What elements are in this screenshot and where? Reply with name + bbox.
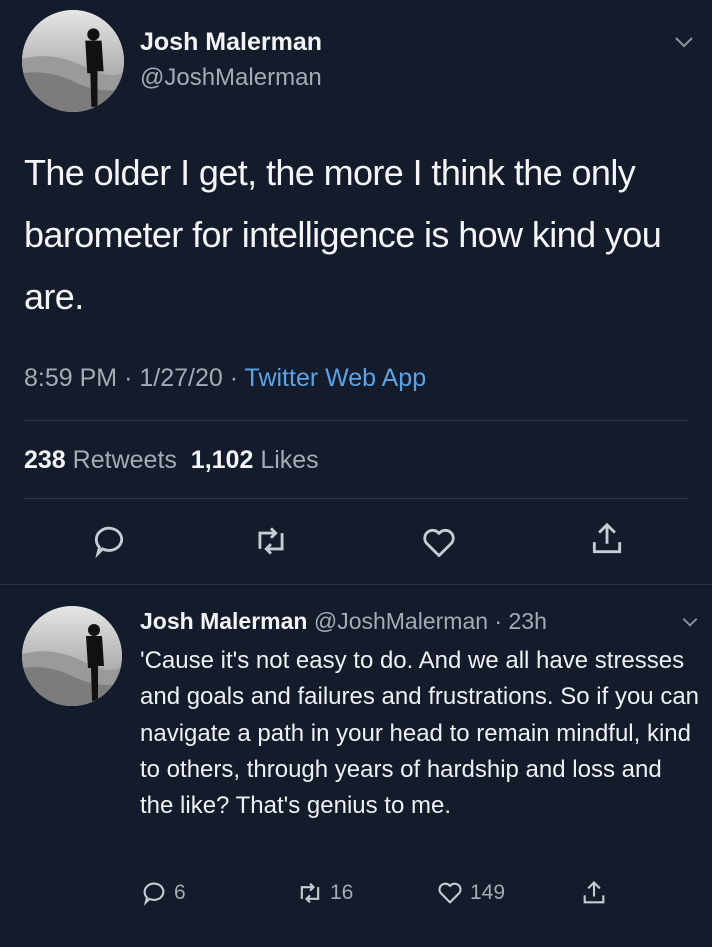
reply-text: 'Cause it's not easy to do. And we all h… xyxy=(140,647,700,820)
tweet-stats: 238 Retweets 1,102 Likes xyxy=(24,446,319,475)
reply-retweet-button[interactable]: 16 xyxy=(296,878,353,908)
author-name[interactable]: Josh Malerman xyxy=(140,28,322,57)
main-tweet: Josh Malerman @JoshMalerman The older I … xyxy=(0,0,712,584)
tweet-text: The older I get, the more I think the on… xyxy=(24,152,662,317)
like-count: 149 xyxy=(470,881,506,904)
tweet-meta: 8:59 PM · 1/27/20 · Twitter Web App xyxy=(24,364,426,393)
reply-count: 6 xyxy=(174,881,186,904)
avatar-photo-icon xyxy=(22,10,124,112)
retweet-count: 16 xyxy=(330,881,354,904)
share-button[interactable] xyxy=(588,520,626,558)
speech-bubble-icon xyxy=(143,882,165,906)
meta-separator: · xyxy=(229,364,239,392)
retweet-label[interactable]: Retweets xyxy=(73,446,177,474)
retweet-arrows-icon xyxy=(258,527,284,555)
twitter-thread: Josh Malerman @JoshMalerman The older I … xyxy=(0,0,712,947)
author-handle[interactable]: @JoshMalerman xyxy=(140,64,322,92)
divider xyxy=(0,584,712,585)
tweet-source[interactable]: Twitter Web App xyxy=(245,364,427,392)
like-count[interactable]: 1,102 xyxy=(191,446,254,474)
reply-author-handle[interactable]: @JoshMalerman xyxy=(314,608,488,634)
like-button[interactable] xyxy=(420,524,458,562)
reply-avatar[interactable] xyxy=(22,606,122,706)
reply-like-button[interactable]: 149 xyxy=(436,878,505,908)
reply-button[interactable] xyxy=(90,522,128,560)
divider xyxy=(24,498,688,499)
reply-share-button[interactable] xyxy=(580,878,608,908)
chevron-down-icon[interactable] xyxy=(680,612,700,632)
heart-icon xyxy=(438,882,462,904)
meta-separator: · xyxy=(124,364,133,392)
share-upload-icon xyxy=(592,522,622,554)
share-upload-icon xyxy=(583,881,605,904)
retweet-count[interactable]: 238 xyxy=(24,446,66,474)
tweet-time[interactable]: 8:59 PM xyxy=(24,364,117,392)
heart-icon xyxy=(423,528,455,558)
retweet-button[interactable] xyxy=(252,522,290,560)
reply-age[interactable]: 23h xyxy=(508,608,546,634)
reply-header: Josh Malerman @JoshMalerman · 23h xyxy=(140,608,547,635)
tweet-date[interactable]: 1/27/20 xyxy=(139,364,222,392)
reply-reply-button[interactable]: 6 xyxy=(140,878,186,908)
avatar-photo-icon xyxy=(22,606,122,706)
retweet-arrows-icon xyxy=(300,882,320,904)
like-label[interactable]: Likes xyxy=(260,446,318,474)
chevron-down-icon[interactable] xyxy=(672,30,696,54)
avatar[interactable] xyxy=(22,10,124,112)
divider xyxy=(24,420,688,421)
speech-bubble-icon xyxy=(94,526,124,559)
meta-separator: · xyxy=(494,608,503,634)
reply-author-name[interactable]: Josh Malerman xyxy=(140,608,307,634)
